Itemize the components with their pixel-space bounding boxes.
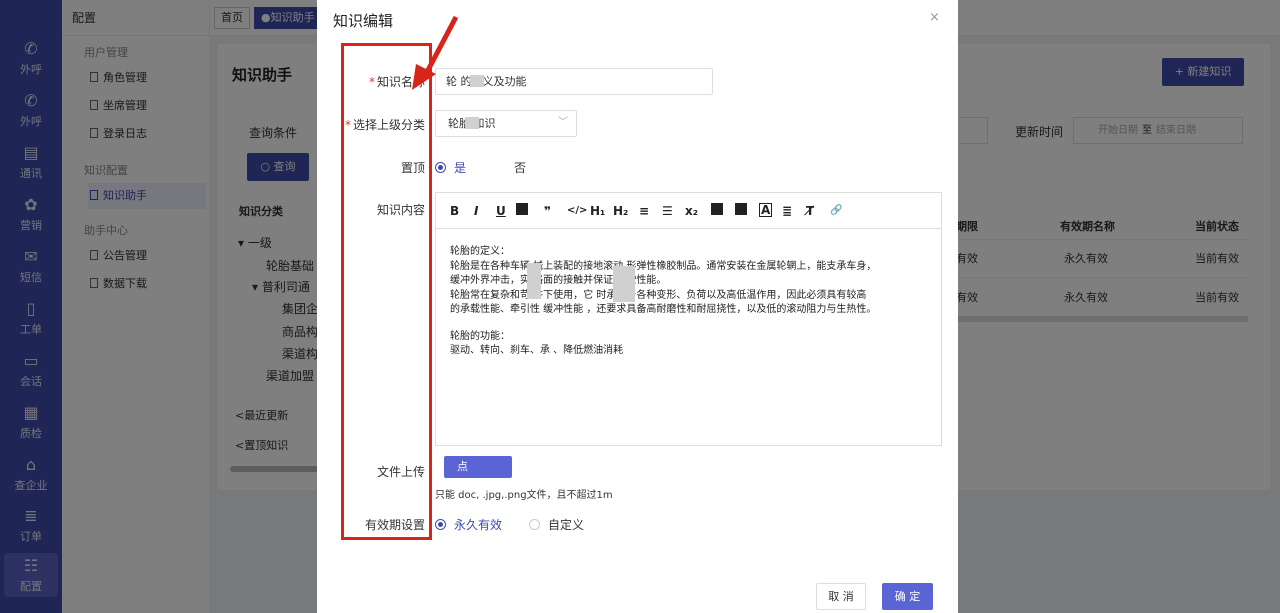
editor-line: 轮胎常在复杂和苛 件下使用，它 时承受着各种变形、负荷以及高低温作用，因此必须具… [450,289,867,301]
editor-line: 的承载性能、牵引性 缓冲性能 ，还要求具备高耐磨性和耐屈挠性，以及低的滚动阻力与… [450,304,877,315]
arrow-icon [412,15,459,90]
parent-category-select[interactable]: 轮胎 知识 ﹀ [435,110,577,137]
redaction-mark [470,75,484,87]
editor-line: 轮胎是在各种车辆 械上装配的接地滚动 形弹性橡胶制品。通常安装在金属轮辋上，能支… [450,260,877,272]
radio-circle-icon [529,519,540,530]
pin-no-label: 否 [514,161,527,175]
strike-icon[interactable] [516,203,528,215]
validity-custom-radio[interactable]: 自定义 [529,516,584,533]
heading2-icon[interactable]: H₂ [613,203,628,219]
align-icon[interactable]: ≣ [782,203,792,219]
underline-icon[interactable]: U [496,203,506,219]
editor-line: 驱动、转向、刹车、承 、降低燃油消耗 [450,345,624,356]
link-icon[interactable]: 🔗 [830,203,842,219]
pin-yes-radio[interactable]: 是 [435,159,466,176]
validity-forever-radio[interactable]: 永久有效 [435,516,502,533]
heading1-icon[interactable]: H₁ [590,203,605,219]
clear-format-icon[interactable]: T̸ [806,203,814,219]
color-icon[interactable] [711,203,723,215]
bullet-list-icon[interactable]: ☰ [662,203,673,219]
editor-toolbar: B I U ❞ </> H₁ H₂ ≡ ☰ x₂ A ≣ T̸ 🔗 [436,193,941,229]
redaction-mark [465,117,479,129]
background-color-icon[interactable] [735,203,747,215]
upload-hint: 只能 doc, .jpg,.png文件，且不超过1m [435,490,613,501]
confirm-button[interactable]: 确 定 [882,583,933,610]
close-icon[interactable]: × [929,10,940,25]
editor-line: 缓冲外界冲击，实 路面的接触并保证 行驶性能。 [450,275,667,286]
editor-content[interactable]: 轮胎的定义： 轮胎是在各种车辆 械上装配的接地滚动 形弹性橡胶制品。通常安装在金… [450,245,930,359]
validity-custom-label: 自定义 [548,518,585,532]
pin-no-radio[interactable]: 否 [514,159,526,176]
redaction-mark [613,266,635,302]
font-icon[interactable]: A [759,203,773,217]
pin-yes-label: 是 [454,161,467,175]
quote-icon[interactable]: ❞ [544,203,551,219]
editor-line: 轮胎的功能： [450,330,510,342]
chevron-down-icon: ﹀ [558,117,568,128]
validity-forever-label: 永久有效 [454,518,503,532]
italic-icon[interactable]: I [474,203,478,219]
cancel-button[interactable]: 取 消 [816,583,866,610]
subscript-icon[interactable]: x₂ [685,203,698,219]
editor-gap [450,318,930,330]
radio-dot-icon [435,162,446,173]
editor-line: 轮胎的定义： [450,246,510,257]
rich-text-editor[interactable]: B I U ❞ </> H₁ H₂ ≡ ☰ x₂ A ≣ T̸ 🔗 轮胎的定义：… [435,192,942,446]
radio-dot-icon [435,519,446,530]
bold-icon[interactable]: B [450,203,459,219]
redaction-mark [527,263,541,299]
upload-button[interactable]: 点 [444,456,512,478]
highlight-box [341,43,432,540]
code-icon[interactable]: </> [567,203,587,219]
ordered-list-icon[interactable]: ≡ [639,203,649,219]
dialog-title: 知识编辑 [333,12,394,30]
